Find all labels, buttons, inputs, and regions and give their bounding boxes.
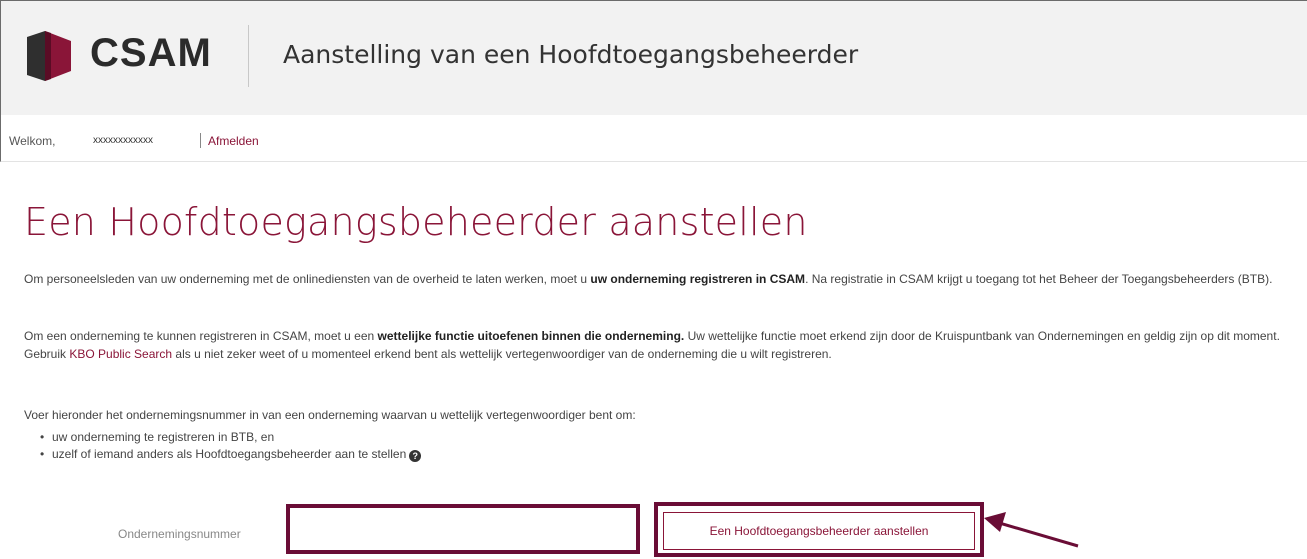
requirement-paragraph: Om een onderneming te kunnen registreren…	[24, 327, 1294, 363]
p2-text-d: als u niet zeker weet of u momenteel erk…	[172, 347, 832, 361]
username: xxxxxxxxxxxx	[93, 135, 153, 146]
logout-link[interactable]: Afmelden	[208, 134, 259, 148]
pointer-arrow-icon	[984, 512, 1079, 548]
kbo-public-search-link[interactable]: KBO Public Search	[69, 347, 172, 361]
userbar-divider	[200, 133, 201, 148]
user-bar: Welkom, xxxxxxxxxxxx Afmelden	[0, 115, 1307, 162]
welcome-text: Welkom,	[9, 134, 56, 148]
csam-logo-icon	[27, 31, 71, 81]
header-divider	[248, 25, 249, 87]
csam-logo[interactable]: CSAM	[23, 27, 233, 85]
list-item-text: uw onderneming te registreren in BTB, en	[52, 430, 275, 444]
p2-text-a: Om een onderneming te kunnen registreren…	[24, 329, 378, 343]
instruction-list: uw onderneming te registreren in BTB, en…	[40, 429, 422, 463]
appoint-admin-button[interactable]: Een Hoofdtoegangsbeheerder aanstellen	[663, 512, 975, 550]
list-item: uzelf of iemand anders als Hoofdtoegangs…	[40, 446, 422, 463]
list-item: uw onderneming te registreren in BTB, en	[40, 429, 421, 446]
page-title: Een Hoofdtoegangsbeheerder aanstellen	[24, 200, 808, 244]
question-circle-icon[interactable]: ?	[409, 450, 422, 462]
p1-bold: uw onderneming registreren in CSAM	[590, 272, 806, 286]
instruction-paragraph: Voer hieronder het ondernemingsnummer in…	[24, 408, 636, 422]
p1-text-c: . Na registratie in CSAM krijgt u toegan…	[805, 272, 1273, 286]
app-title: Aanstelling van een Hoofdtoegangsbeheerd…	[283, 40, 859, 69]
list-item-text: uzelf of iemand anders als Hoofdtoegangs…	[52, 447, 407, 461]
p2-bold: wettelijke functie uitoefenen binnen die…	[377, 329, 685, 343]
logo-text: CSAM	[90, 31, 212, 75]
app-header: CSAM Aanstelling van een Hoofdtoegangsbe…	[0, 0, 1307, 115]
company-number-label: Ondernemingsnummer	[118, 527, 241, 541]
p1-text-a: Om personeelsleden van uw onderneming me…	[24, 272, 591, 286]
company-number-input[interactable]	[286, 504, 640, 554]
intro-paragraph: Om personeelsleden van uw onderneming me…	[24, 270, 1294, 288]
